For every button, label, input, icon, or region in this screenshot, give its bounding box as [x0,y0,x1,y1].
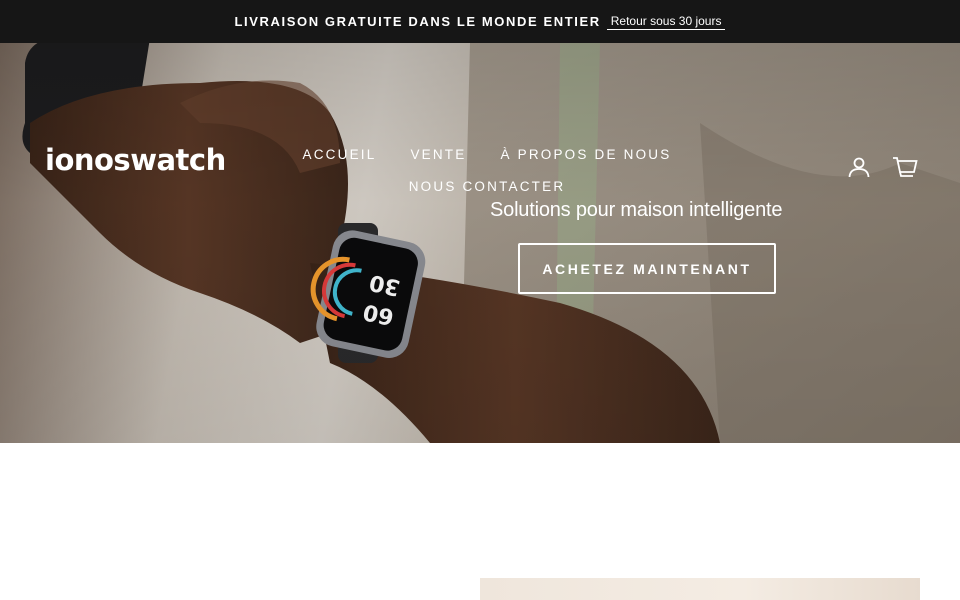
returns-link[interactable]: Retour sous 30 jours [606,14,726,30]
cart-icon[interactable] [892,154,918,180]
nav-row-1: ACCUEIL VENTE À PROPOS DE NOUS [287,138,687,170]
nav-item-contact[interactable]: NOUS CONTACTER [409,179,566,194]
nav-row-2: NOUS CONTACTER [287,170,687,202]
nav-item-a-propos[interactable]: À PROPOS DE NOUS [500,147,671,162]
nav-item-vente[interactable]: VENTE [410,147,466,162]
header-icons [846,154,918,180]
shop-now-button[interactable]: ACHETEZ MAINTENANT [518,243,776,294]
hero-subtitle: Solutions pour maison intelligente [490,199,783,221]
user-account-icon[interactable] [846,154,872,180]
site-logo[interactable]: ionoswatch [45,143,226,177]
main-nav: ACCUEIL VENTE À PROPOS DE NOUS NOUS CONT… [287,138,687,202]
nav-item-accueil[interactable]: ACCUEIL [303,147,377,162]
content-section [0,443,960,600]
site-header: ionoswatch ACCUEIL VENTE À PROPOS DE NOU… [0,43,960,213]
announcement-bar: LIVRAISON GRATUITE DANS LE MONDE ENTIER … [0,0,960,43]
featured-image [480,578,920,600]
announcement-text: LIVRAISON GRATUITE DANS LE MONDE ENTIER [234,14,601,29]
